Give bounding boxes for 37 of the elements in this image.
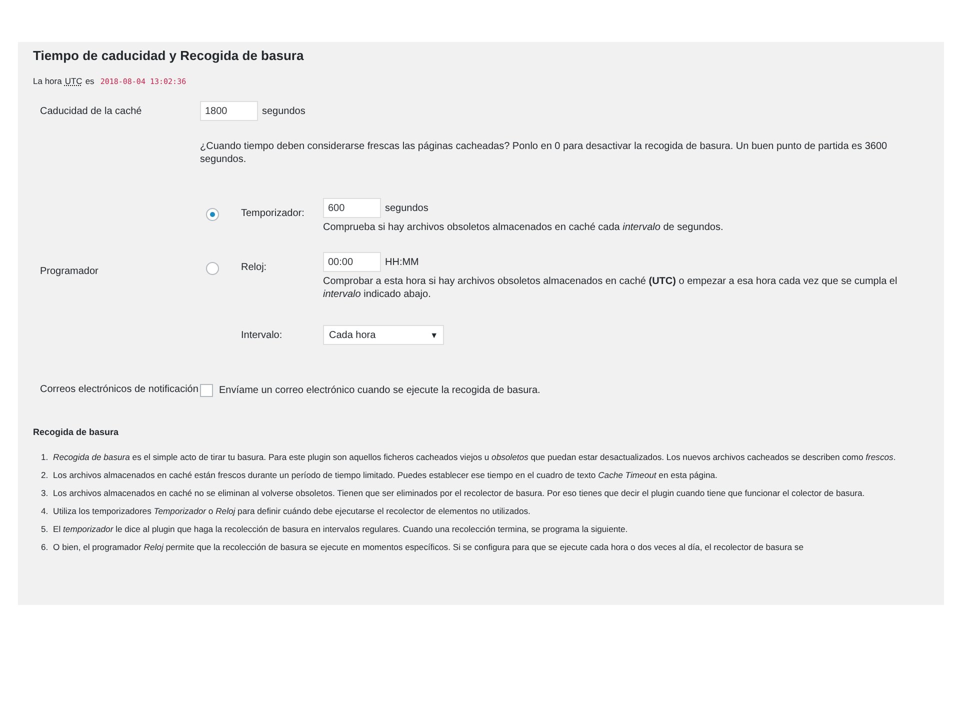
unit-label: segundos bbox=[385, 202, 428, 214]
radio-button[interactable] bbox=[206, 208, 219, 221]
option-label: Temporizador: bbox=[241, 207, 306, 219]
unit-label: HH:MM bbox=[385, 256, 419, 268]
list-item-text: Los archivos almacenados en caché están frescos durante un período de tiempo limitado. Puedes establecer ese tiempo en el cuadro de texto Cache Timeout en esta página. bbox=[53, 469, 718, 482]
list-item-text: Los archivos almacenados en caché no se eliminan al volverse obsoletos. Tienen que ser eliminados por el recolector de basura. Por eso tienes que decir el plugin cuando tiene que funcionar el colector de basura. bbox=[53, 487, 866, 500]
field-label: Programador bbox=[39, 264, 100, 278]
utc-label: es bbox=[85, 76, 94, 86]
radio-button[interactable] bbox=[206, 262, 219, 275]
list-number: 4. bbox=[41, 505, 50, 518]
list-number: 6. bbox=[41, 541, 50, 554]
list-item-text: Recogida de basura es el simple acto de tirar tu basura. Para este plugin son aquellos ficheros cacheados viejos u obsoletos que puedan estar desactualizados. Los nuevos archivos cacheados se describen como frescos. bbox=[53, 451, 897, 464]
option-label: Intervalo: bbox=[241, 330, 284, 340]
help-title: Recogida de basura bbox=[33, 427, 120, 437]
list-item-text: Utiliza los temporizadores Temporizador o Reloj para definir cuándo debe ejecutarse el recolector de elementos no utilizados. bbox=[53, 505, 532, 518]
checkbox-label: Envíame un correo electrónico cuando se ejecute la recogida de basura. bbox=[219, 384, 540, 396]
cache-timeout-field[interactable]: 1800 bbox=[200, 101, 258, 121]
field-label: Correos electrónicos de notificación bbox=[39, 383, 200, 397]
interval-dropdown[interactable]: Cada hora ▼ bbox=[323, 325, 444, 345]
option-label: Reloj: bbox=[241, 261, 268, 273]
section-title: Tiempo de caducidad y Recogida de basura bbox=[33, 48, 305, 63]
field-label: Caducidad de la caché bbox=[39, 105, 143, 119]
list-item-text: O bien, el programador Reloj permite que la recolección de basura se ejecute en momentos específicos. Si se configura para que se ejecute cada hora o dos veces al día, el recolector de basura se bbox=[53, 541, 804, 554]
list-number: 5. bbox=[41, 523, 50, 536]
utc-label: La hora bbox=[33, 76, 62, 86]
list-number: 3. bbox=[41, 487, 50, 500]
option-value-field[interactable]: 00:00 bbox=[323, 252, 381, 272]
field-description: ¿Cuando tiempo deben considerarse frescas las páginas cacheadas? Ponlo en 0 para desactivar la recogida de basura. Un buen punto de partida es 3600 segundos. bbox=[200, 140, 888, 166]
utc-abbreviation: UTC bbox=[64, 76, 82, 86]
list-number: 1. bbox=[41, 451, 50, 464]
unit-label: segundos bbox=[262, 106, 306, 116]
list-item-text: El temporizador le dice al plugin que haga la recolección de basura en intervalos regulares. Cuando una recolección termina, se programa la siguiente. bbox=[53, 523, 629, 536]
checkbox[interactable] bbox=[200, 384, 213, 396]
option-description: Comprueba si hay archivos obsoletos almacenados en caché cada intervalo de segundos. bbox=[323, 221, 724, 234]
option-description: Comprobar a esta hora si hay archivos obsoletos almacenados en caché (UTC) o empezar a esa hora cada vez que se cumpla el intervalo indicado abajo. bbox=[323, 275, 898, 301]
option-value-field[interactable]: 600 bbox=[323, 198, 381, 218]
list-number: 2. bbox=[41, 469, 50, 482]
